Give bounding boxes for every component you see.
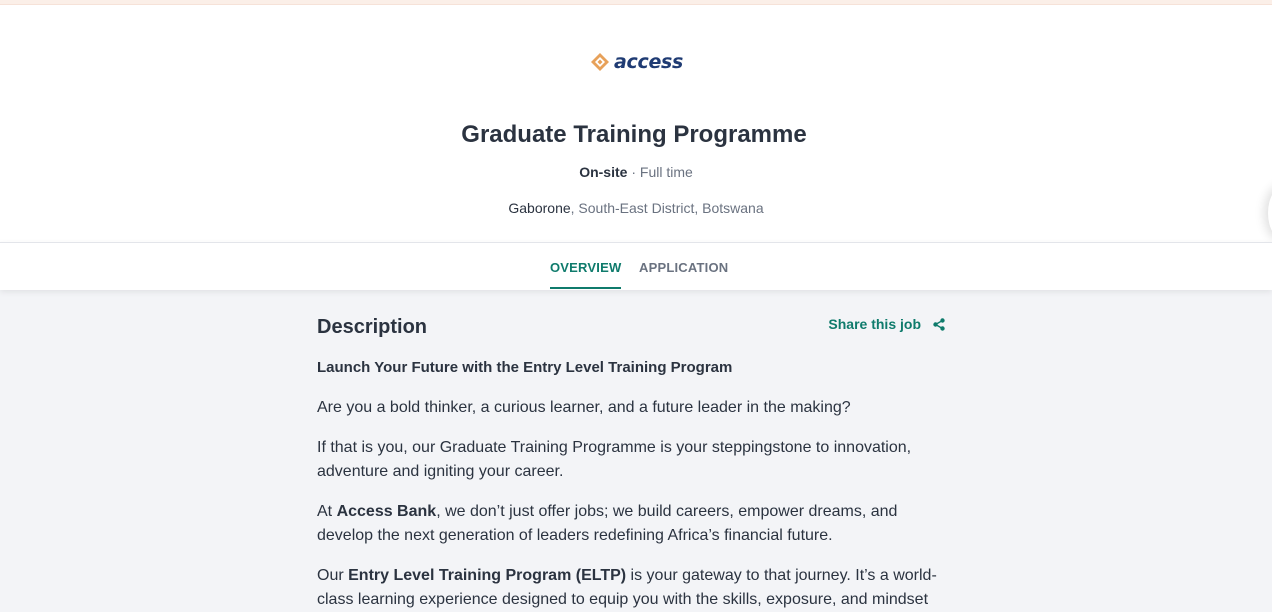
description-paragraph-1: Are you a bold thinker, a curious learne… — [317, 399, 851, 416]
tabs-bar: OVERVIEW APPLICATION — [0, 242, 1272, 290]
workplace-type: On-site — [579, 164, 628, 180]
meta-separator: · — [627, 164, 640, 180]
description-paragraph-4: Our Entry Level Training Program (ELTP) … — [317, 564, 947, 612]
description-paragraph-2: If that is you, our Graduate Training Pr… — [317, 439, 912, 480]
p4-program-name: Entry Level Training Program (ELTP) — [348, 567, 627, 584]
description-paragraph-3: At Access Bank, we don’t just offer jobs… — [317, 500, 947, 548]
p3-bank-name: Access Bank — [336, 503, 437, 520]
p3-text-start: At — [317, 503, 337, 520]
company-logo[interactable]: access — [590, 50, 683, 74]
access-diamond-icon — [591, 53, 609, 71]
location-city: Gaborone — [508, 200, 571, 216]
description-subheading: Launch Your Future with the Entry Level … — [317, 359, 733, 376]
share-job-button[interactable]: Share this job — [828, 316, 945, 332]
job-location: Gaborone, South-East District, Botswana — [0, 200, 1272, 216]
employment-type: Full time — [639, 164, 693, 180]
share-icon — [933, 317, 945, 331]
description-heading: Description — [317, 316, 428, 338]
floating-widget-edge[interactable] — [1268, 185, 1272, 241]
location-region: , South-East District, Botswana — [570, 200, 764, 216]
logo-wordmark: access — [614, 51, 684, 73]
p4-text-start: Our — [317, 567, 349, 584]
job-meta: On-site · Full time — [0, 164, 1272, 180]
tab-overview[interactable]: OVERVIEW — [550, 243, 622, 289]
share-label: Share this job — [828, 316, 921, 332]
job-header: access Graduate Training Programme On-si… — [0, 5, 1272, 242]
job-title: Graduate Training Programme — [461, 121, 807, 148]
tab-application[interactable]: APPLICATION — [639, 243, 728, 289]
